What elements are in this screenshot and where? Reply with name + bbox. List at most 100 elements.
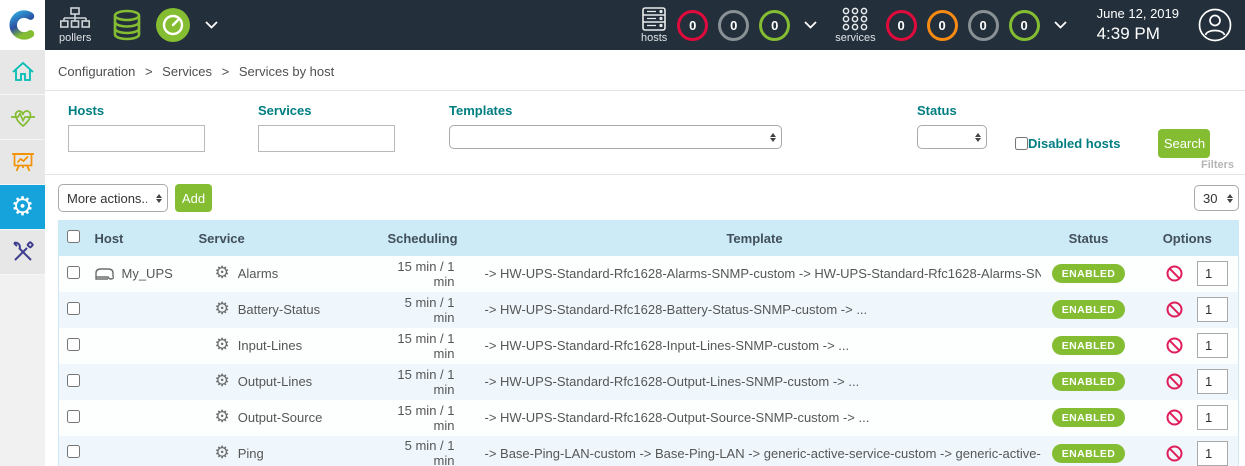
hosts-unreachable-counter[interactable]: 0	[718, 10, 749, 41]
centreon-logo[interactable]	[0, 0, 45, 50]
template-chain: -> HW-UPS-Standard-Rfc1628-Alarms-SNMP-c…	[469, 256, 1041, 292]
service-name[interactable]: Battery-Status	[238, 302, 320, 317]
services-ok-counter[interactable]: 0	[1009, 10, 1040, 41]
template-chain: -> HW-UPS-Standard-Rfc1628-Input-Lines-S…	[469, 328, 1041, 364]
duplicate-count-input[interactable]	[1197, 333, 1228, 358]
pollers-button[interactable]: pollers	[59, 7, 91, 44]
service-name[interactable]: Input-Lines	[238, 338, 302, 353]
table-row: ⚙ Input-Lines 15 min / 1 min -> HW-UPS-S…	[59, 328, 1239, 364]
row-checkbox[interactable]	[67, 374, 80, 387]
sidebar-item-configuration[interactable]: ⚙	[0, 185, 45, 230]
scheduling-value: 15 min / 1 min	[377, 400, 469, 436]
scheduling-value: 5 min / 1 min	[377, 436, 469, 466]
heart-pulse-icon	[10, 105, 36, 129]
pollers-icon	[60, 7, 90, 31]
service-gear-icon[interactable]: ⚙	[215, 445, 230, 462]
service-name[interactable]: Alarms	[238, 266, 278, 281]
page-size-select[interactable]: 30	[1194, 185, 1239, 211]
services-chevron-down-icon[interactable]	[1054, 21, 1067, 29]
duplicate-count-input[interactable]	[1197, 261, 1228, 286]
scheduling-value: 5 min / 1 min	[377, 292, 469, 328]
row-checkbox[interactable]	[67, 266, 80, 279]
hosts-status-button[interactable]: hosts	[641, 7, 667, 44]
hosts-up-counter[interactable]: 0	[759, 10, 790, 41]
table-row: ⚙ Ping 5 min / 1 min -> Base-Ping-LAN-cu…	[59, 436, 1239, 466]
service-gear-icon[interactable]: ⚙	[215, 301, 230, 318]
breadcrumb-services-by-host[interactable]: Services by host	[239, 64, 334, 79]
templates-filter-label: Templates	[449, 103, 782, 118]
sidebar-nav: ⚙	[0, 50, 45, 466]
more-actions-select[interactable]: More actions...	[58, 184, 168, 212]
service-gear-icon[interactable]: ⚙	[215, 373, 230, 390]
hosts-down-counter[interactable]: 0	[677, 10, 708, 41]
filter-bar: Hosts Services Templates Status	[45, 91, 1245, 175]
row-checkbox[interactable]	[67, 410, 80, 423]
templates-filter-select[interactable]	[449, 125, 782, 149]
breadcrumb-services[interactable]: Services	[162, 64, 212, 79]
clock: June 12, 2019 4:39 PM	[1097, 6, 1179, 44]
disable-icon[interactable]	[1166, 373, 1183, 390]
sidebar-item-monitoring[interactable]	[0, 95, 45, 140]
service-gear-icon[interactable]: ⚙	[215, 265, 230, 282]
services-unknown-counter[interactable]: 0	[968, 10, 999, 41]
database-button[interactable]	[109, 7, 145, 43]
duplicate-count-input[interactable]	[1197, 369, 1228, 394]
disabled-hosts-checkbox[interactable]	[1015, 137, 1028, 150]
poller-menu-chevron-down-icon[interactable]	[205, 21, 218, 29]
current-time: 4:39 PM	[1097, 23, 1179, 44]
scheduling-value: 15 min / 1 min	[377, 328, 469, 364]
services-critical-counter[interactable]: 0	[886, 10, 917, 41]
sidebar-item-home[interactable]	[0, 50, 45, 95]
sidebar-item-administration[interactable]	[0, 230, 45, 275]
host-name[interactable]: My_UPS	[122, 266, 173, 281]
duplicate-count-input[interactable]	[1197, 405, 1228, 430]
status-badge: ENABLED	[1052, 444, 1126, 463]
sidebar-item-reporting[interactable]	[0, 140, 45, 185]
service-gear-icon[interactable]: ⚙	[215, 337, 230, 354]
services-status-button[interactable]: services	[835, 7, 875, 44]
select-all-checkbox[interactable]	[67, 230, 80, 243]
breadcrumb: Configuration > Services > Services by h…	[45, 50, 1245, 91]
service-name[interactable]: Ping	[238, 446, 264, 461]
search-button[interactable]: Search	[1158, 129, 1210, 158]
breadcrumb-configuration[interactable]: Configuration	[58, 64, 135, 79]
gear-icon: ⚙	[11, 194, 34, 220]
duplicate-count-input[interactable]	[1197, 297, 1228, 322]
disable-icon[interactable]	[1166, 409, 1183, 426]
services-by-host-table: Host Service Scheduling Template Status …	[58, 220, 1239, 466]
user-menu-button[interactable]	[1197, 7, 1233, 43]
hosts-chevron-down-icon[interactable]	[804, 21, 817, 29]
status-filter-select[interactable]	[917, 125, 987, 149]
table-row: My_UPS ⚙ Alarms 15 min / 1 min -> HW-UPS…	[59, 256, 1239, 292]
services-filter-input[interactable]	[258, 125, 395, 152]
row-checkbox[interactable]	[67, 338, 80, 351]
template-chain: -> HW-UPS-Standard-Rfc1628-Output-Lines-…	[469, 364, 1041, 400]
status-badge: ENABLED	[1052, 408, 1126, 427]
host-column-header: Host	[87, 221, 191, 256]
services-warning-counter[interactable]: 0	[927, 10, 958, 41]
duplicate-count-input[interactable]	[1197, 441, 1228, 466]
main-content: Configuration > Services > Services by h…	[45, 50, 1245, 466]
service-name[interactable]: Output-Source	[238, 410, 323, 425]
disable-icon[interactable]	[1166, 265, 1183, 282]
centreon-logo-icon	[8, 8, 38, 42]
current-date: June 12, 2019	[1097, 6, 1179, 22]
status-column-header: Status	[1041, 221, 1137, 256]
hosts-icon	[641, 7, 667, 31]
disabled-hosts-filter[interactable]: Disabled hosts	[1015, 136, 1120, 151]
service-gear-icon[interactable]: ⚙	[215, 409, 230, 426]
disable-icon[interactable]	[1166, 337, 1183, 354]
row-checkbox[interactable]	[67, 302, 80, 315]
disable-icon[interactable]	[1166, 301, 1183, 318]
disable-icon[interactable]	[1166, 445, 1183, 462]
row-checkbox[interactable]	[67, 445, 80, 458]
table-row: ⚙ Battery-Status 5 min / 1 min -> HW-UPS…	[59, 292, 1239, 328]
template-column-header: Template	[469, 221, 1041, 256]
gauge-button[interactable]	[155, 7, 191, 43]
breadcrumb-separator: >	[222, 64, 230, 79]
actions-toolbar: More actions... Add 30	[45, 175, 1245, 220]
service-name[interactable]: Output-Lines	[238, 374, 312, 389]
add-button[interactable]: Add	[175, 184, 212, 212]
hosts-filter-input[interactable]	[68, 125, 205, 152]
filters-caption[interactable]: Filters	[1201, 159, 1234, 171]
